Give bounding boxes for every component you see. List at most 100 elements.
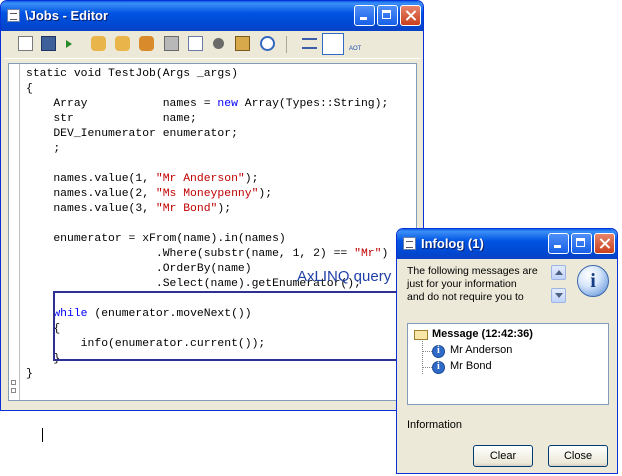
- gutter-marker-icon: [11, 388, 16, 393]
- linq-annotation: AxLINQ query: [297, 268, 392, 285]
- editor-toolbar: AOT: [4, 31, 420, 59]
- code-line[interactable]: static void TestJob(Args _args): [26, 67, 238, 82]
- code-string: "Mr Anderson": [155, 173, 245, 185]
- code-string: "Mr": [354, 248, 382, 260]
- code-keyword: new: [217, 98, 238, 110]
- tree-root-message[interactable]: Message (12:42:36): [432, 328, 533, 340]
- code-text: Array(Types::String);: [237, 98, 389, 110]
- infolog-maximize-button[interactable]: [571, 233, 592, 254]
- hand3-icon[interactable]: [139, 36, 154, 51]
- code-text: );: [217, 203, 232, 215]
- list-icon[interactable]: [302, 38, 317, 49]
- code-text: }: [26, 368, 33, 380]
- minimize-icon: [355, 6, 374, 25]
- maximize-icon: [572, 234, 591, 253]
- tree-connector: [422, 367, 432, 368]
- info-item-icon: [432, 361, 445, 374]
- tree-item[interactable]: Mr Bond: [450, 360, 492, 372]
- help-icon[interactable]: [260, 36, 275, 51]
- close-button[interactable]: [400, 5, 421, 26]
- code-text: ): [381, 248, 389, 260]
- code-line[interactable]: names.value(1, "Mr Anderson");: [26, 172, 258, 187]
- code-text: .Where(substr(name, 1, 2) ==: [26, 248, 355, 260]
- info-message-line: The following messages are: [407, 265, 538, 277]
- minimize-button[interactable]: [354, 5, 375, 26]
- scroll-down-button[interactable]: [551, 288, 566, 303]
- message-tree[interactable]: Message (12:42:36) Mr Anderson Mr Bond: [407, 323, 609, 405]
- code-editor[interactable]: static void TestJob(Args _args) { Array n…: [8, 63, 417, 442]
- lookup-icon[interactable]: [235, 36, 250, 51]
- copy-icon[interactable]: [188, 36, 203, 51]
- minimize-icon: [549, 234, 568, 253]
- code-line[interactable]: ;: [26, 142, 60, 157]
- information-icon: i: [577, 265, 609, 297]
- gutter-marker-icon: [11, 380, 16, 385]
- editor-titlebar[interactable]: \Jobs - Editor: [1, 1, 423, 31]
- tree-connector: [422, 341, 423, 374]
- code-text: enumerator = xFrom(name).in(names): [26, 233, 286, 245]
- code-text: str name;: [26, 113, 197, 125]
- run-icon[interactable]: [66, 40, 72, 48]
- code-line[interactable]: Array names = new Array(Types::String);: [26, 97, 388, 112]
- envelope-icon: [414, 330, 428, 340]
- code-text: names.value(3,: [26, 203, 156, 215]
- code-line[interactable]: .OrderBy(name): [26, 262, 252, 277]
- code-line[interactable]: }: [26, 367, 33, 382]
- close-dialog-button[interactable]: Close: [548, 445, 608, 467]
- hand-icon[interactable]: [91, 36, 106, 51]
- code-text: .OrderBy(name): [26, 263, 252, 275]
- info-message-line: and do not require you to: [407, 291, 524, 303]
- code-line[interactable]: {: [26, 82, 33, 97]
- close-icon: [595, 234, 614, 253]
- editor-window-icon[interactable]: [7, 9, 20, 22]
- code-text: names.value(2,: [26, 188, 156, 200]
- text-caret: [42, 428, 43, 442]
- new-icon[interactable]: [18, 36, 33, 51]
- editor-title: \Jobs - Editor: [25, 8, 109, 23]
- code-text: );: [244, 173, 259, 185]
- code-line[interactable]: enumerator = xFrom(name).in(names): [26, 232, 286, 247]
- info-item-icon: [432, 345, 445, 358]
- scroll-up-button[interactable]: [551, 265, 566, 280]
- maximize-button[interactable]: [377, 5, 398, 26]
- code-line[interactable]: DEV_Ienumerator enumerator;: [26, 127, 238, 142]
- code-text: static void TestJob(Args _args): [26, 68, 238, 80]
- infolog-close-button[interactable]: [594, 233, 615, 254]
- save-icon[interactable]: [41, 36, 56, 51]
- code-text: ;: [26, 143, 61, 155]
- code-string: "Mr Bond": [155, 203, 218, 215]
- infolog-title: Infolog (1): [421, 236, 484, 251]
- code-text: Array names =: [26, 98, 218, 110]
- tree-item[interactable]: Mr Anderson: [450, 344, 512, 356]
- code-string: "Ms Moneypenny": [155, 188, 259, 200]
- hand2-icon[interactable]: [115, 36, 130, 51]
- close-icon: [401, 6, 420, 25]
- code-line[interactable]: .Where(substr(name, 1, 2) == "Mr"): [26, 247, 388, 262]
- toolbar-separator: [286, 36, 287, 53]
- code-text: names.value(1,: [26, 173, 156, 185]
- editor-window: \Jobs - Editor AOT static void TestJob(A…: [0, 0, 424, 442]
- code-text: {: [26, 83, 33, 95]
- infolog-minimize-button[interactable]: [548, 233, 569, 254]
- info-message-text: The following messages are just for your…: [407, 265, 557, 304]
- clear-button[interactable]: Clear: [473, 445, 533, 467]
- info-message-line: just for your information: [407, 278, 517, 290]
- code-text: DEV_Ienumerator enumerator;: [26, 128, 238, 140]
- properties-icon[interactable]: [322, 33, 344, 55]
- infolog-window: Infolog (1) The following messages are j…: [396, 228, 618, 474]
- infolog-titlebar[interactable]: Infolog (1): [397, 229, 617, 259]
- linq-query-highlight: [53, 291, 398, 361]
- code-line[interactable]: str name;: [26, 112, 197, 127]
- code-line[interactable]: names.value(2, "Ms Moneypenny");: [26, 187, 272, 202]
- infolog-window-icon[interactable]: [403, 237, 416, 250]
- editor-gutter: [9, 64, 20, 400]
- aot-icon[interactable]: AOT: [349, 36, 369, 52]
- find-icon[interactable]: [213, 38, 224, 49]
- tree-connector: [422, 351, 432, 352]
- code-line[interactable]: names.value(3, "Mr Bond");: [26, 202, 231, 217]
- aot-label: AOT: [349, 46, 362, 52]
- compile-icon[interactable]: [164, 36, 179, 51]
- code-text: );: [258, 188, 273, 200]
- status-label: Information: [407, 419, 463, 431]
